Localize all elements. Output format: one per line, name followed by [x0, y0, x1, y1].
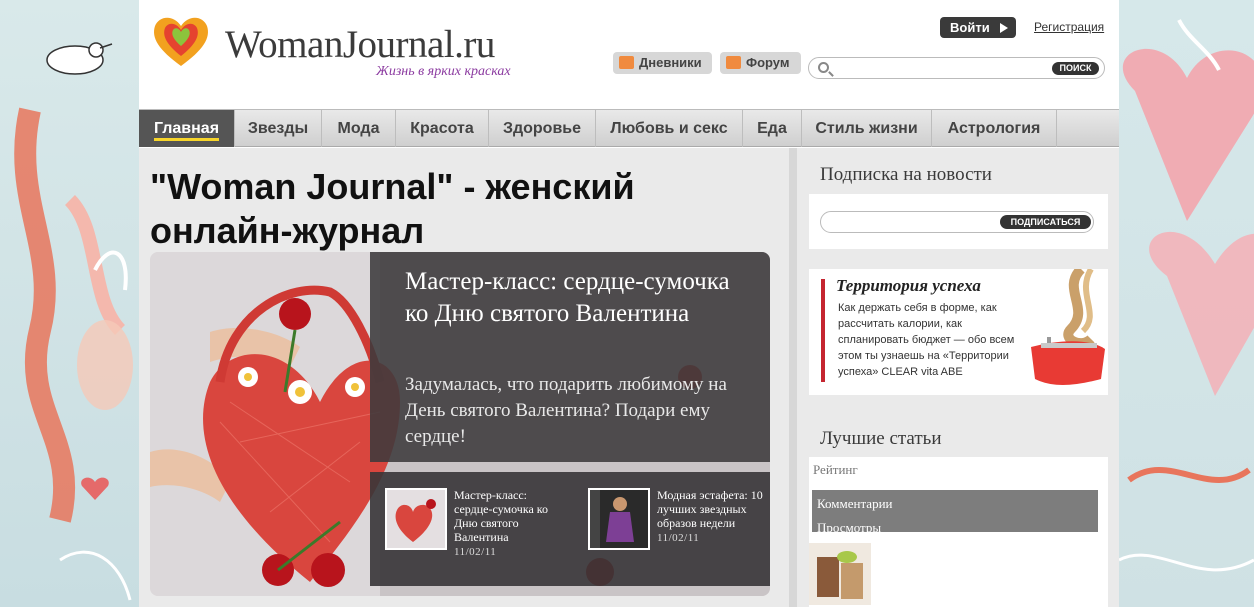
login-label: Войти	[950, 20, 990, 35]
thumbnail-caption[interactable]: Мастер-класс: сердце-сумочка ко Дню свят…	[454, 488, 562, 559]
left-floral-ornament	[14, 42, 133, 601]
tab-comments[interactable]: Комментарии	[817, 496, 892, 512]
main-nav: Главная Звезды Мода Красота Здоровье Люб…	[139, 109, 1119, 147]
diaries-button[interactable]: Дневники	[613, 52, 712, 74]
promo-accent-bar	[821, 279, 825, 382]
diaries-label: Дневники	[639, 55, 702, 70]
featured-article-overlay: Мастер-класс: сердце-сумочка ко Дню свят…	[370, 252, 770, 462]
thumbnail-title: Модная эстафета: 10 лучших звездных обра…	[657, 488, 763, 530]
thumbnail-date: 11/02/11	[657, 532, 700, 544]
drink-image	[809, 543, 871, 605]
search-icon	[818, 62, 829, 73]
chat-bubble-icon	[726, 56, 741, 69]
nav-item-label: Мода	[337, 120, 380, 137]
nav-item-label: Астрология	[947, 120, 1041, 137]
site-header: WomanJournal.ru Жизнь в ярких красках Во…	[139, 0, 1119, 108]
play-arrow-icon	[1000, 23, 1008, 33]
thumbnail-image[interactable]	[385, 488, 447, 550]
promo-text: Как держать себя в форме, как рассчитать…	[838, 302, 1015, 378]
site-logo-text[interactable]: WomanJournal.ru	[225, 22, 495, 67]
forum-label: Форум	[746, 55, 790, 70]
site-tagline: Жизнь в ярких красках	[376, 64, 511, 79]
best-articles-panel: Рейтинг Комментарии Просмотры	[809, 457, 1108, 607]
nav-item-health[interactable]: Здоровье	[489, 110, 596, 147]
nav-item-beauty[interactable]: Красота	[396, 110, 489, 147]
right-heart-ornament	[1119, 19, 1254, 572]
heart-logo-icon[interactable]	[151, 12, 211, 68]
tab-rating[interactable]: Рейтинг	[813, 462, 858, 478]
thumbnail-date: 11/02/11	[454, 546, 497, 558]
promo-title: Территория успеха	[836, 276, 981, 295]
sidebar: Подписка на новости ПОДПИСАТЬСЯ Территор…	[797, 148, 1119, 607]
featured-article-title[interactable]: Мастер-класс: сердце-сумочка ко Дню свят…	[405, 266, 745, 330]
nav-item-love[interactable]: Любовь и секс	[596, 110, 743, 147]
nav-item-astrology[interactable]: Астрология	[932, 110, 1057, 147]
best-articles-tabs: Комментарии Просмотры	[812, 490, 1098, 532]
article-thumbnails: Мастер-класс: сердце-сумочка ко Дню свят…	[370, 472, 770, 586]
subscribe-panel: ПОДПИСАТЬСЯ	[809, 194, 1108, 249]
left-decoration	[0, 0, 139, 607]
page-title: "Woman Journal" - женский онлайн-журнал	[150, 166, 635, 251]
subscribe-title: Подписка на новости	[820, 164, 992, 185]
nav-item-label: Красота	[410, 120, 474, 137]
login-button[interactable]: Войти	[940, 17, 1016, 38]
subscribe-button[interactable]: ПОДПИСАТЬСЯ	[1000, 215, 1091, 229]
book-icon	[619, 56, 634, 69]
featured-article-description: Задумалась, что подарить любимому на Ден…	[405, 374, 727, 447]
nav-item-label: Еда	[757, 120, 787, 137]
nav-item-label: Звезды	[247, 120, 309, 137]
column-divider	[789, 148, 797, 607]
nav-item-lifestyle[interactable]: Стиль жизни	[802, 110, 932, 147]
thumbnail-title: Мастер-класс: сердце-сумочка ко Дню свят…	[454, 488, 549, 544]
forum-button[interactable]: Форум	[720, 52, 801, 74]
best-article-thumbnail[interactable]	[809, 543, 871, 605]
page: WomanJournal.ru Жизнь в ярких красках Во…	[139, 0, 1119, 607]
search-button[interactable]: ПОИСК	[1052, 62, 1099, 75]
right-decoration	[1119, 0, 1254, 607]
nav-item-home[interactable]: Главная	[139, 110, 235, 147]
featured-article[interactable]: Мастер-класс: сердце-сумочка ко Дню свят…	[150, 252, 770, 596]
search-input[interactable]	[835, 60, 1045, 76]
nav-item-food[interactable]: Еда	[743, 110, 802, 147]
nav-item-fashion[interactable]: Мода	[322, 110, 396, 147]
thumbnail-celebrity-image	[590, 490, 648, 548]
thumbnail-image[interactable]	[588, 488, 650, 550]
nav-item-stars[interactable]: Звезды	[235, 110, 322, 147]
tab-views[interactable]: Просмотры	[817, 520, 881, 532]
thumbnail-caption[interactable]: Модная эстафета: 10 лучших звездных обра…	[657, 488, 765, 545]
nav-item-label: Стиль жизни	[815, 120, 918, 137]
best-articles-title: Лучшие статьи	[820, 428, 942, 449]
promo-purse-image	[1031, 269, 1105, 385]
promo-banner[interactable]: Территория успеха Как держать себя в фор…	[809, 269, 1108, 395]
nav-item-label: Здоровье	[502, 120, 582, 137]
nav-item-label: Главная	[153, 120, 220, 141]
nav-item-label: Любовь и секс	[610, 120, 728, 137]
register-link[interactable]: Регистрация	[1034, 20, 1104, 34]
thumbnail-heart-image	[387, 490, 445, 548]
